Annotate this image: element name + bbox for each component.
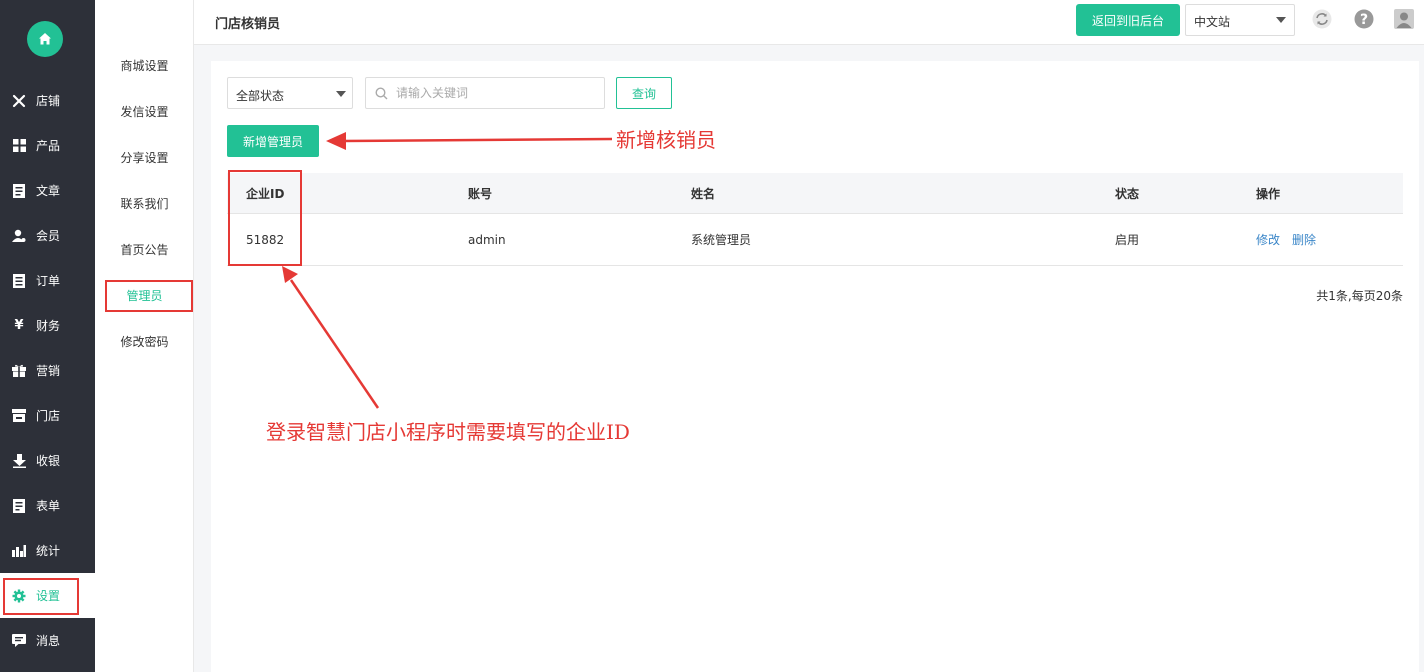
- arrow-to-add-button: [341, 137, 613, 143]
- annotation-add-verifier: 新增核销员: [616, 128, 716, 152]
- annotation-enterprise-id-note: 登录智慧门店小程序时需要填写的企业ID: [266, 420, 630, 444]
- arrow-head-add: [326, 132, 346, 150]
- arrow-head-id: [282, 266, 298, 283]
- annotation-arrows: [282, 132, 613, 409]
- arrow-to-enterprise-id: [289, 279, 380, 409]
